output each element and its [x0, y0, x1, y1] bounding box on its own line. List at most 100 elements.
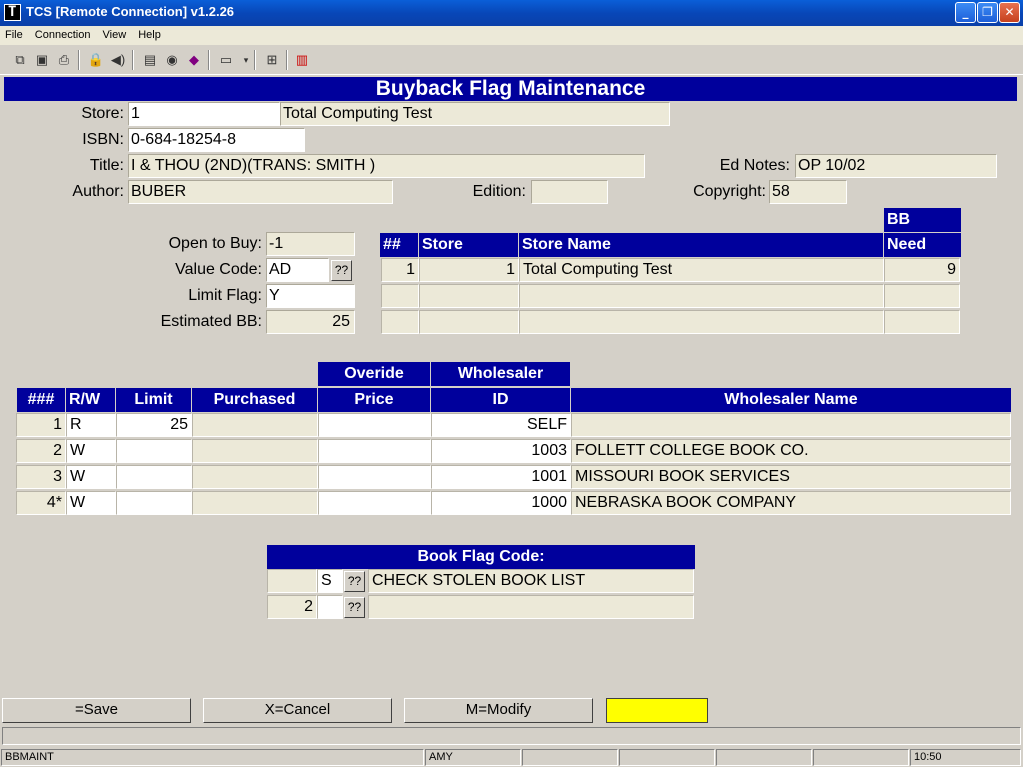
limit-flag-label: Limit Flag:	[188, 287, 262, 304]
ed-notes-label: Ed Notes:	[719, 157, 790, 174]
copyright-field: 58	[769, 180, 847, 204]
store-row-name	[519, 284, 884, 308]
status-pane	[619, 749, 715, 766]
wholesaler-header-top: Wholesaler	[431, 362, 570, 386]
table-row-num: 2	[16, 439, 66, 463]
save-icon[interactable]: ▣	[32, 50, 52, 70]
window-title: TCS [Remote Connection] v1.2.26	[26, 4, 235, 19]
table-row-num: 4*	[16, 491, 66, 515]
window-icon[interactable]: ▭	[216, 50, 236, 70]
value-code-lookup-button[interactable]: ??	[331, 260, 352, 281]
table-row-id[interactable]: SELF	[431, 413, 571, 437]
book-flag-desc	[368, 595, 694, 619]
speaker-icon[interactable]: ◀)	[108, 50, 128, 70]
menu-file[interactable]: File	[0, 26, 23, 41]
modify-button[interactable]: M=Modify	[404, 698, 593, 723]
book-flag-code[interactable]: S	[317, 569, 343, 593]
isbn-label: ISBN:	[82, 131, 124, 148]
store-row-need	[884, 310, 960, 334]
dropdown-arrow-icon[interactable]: ▾	[236, 50, 256, 70]
table-row-limit[interactable]	[116, 491, 192, 515]
store-row-num: 1	[381, 258, 419, 282]
table-row-name: NEBRASKA BOOK COMPANY	[571, 491, 1011, 515]
open-to-buy-label: Open to Buy:	[168, 235, 262, 252]
status-program: BBMAINT	[1, 749, 424, 766]
book-flag-lookup-button[interactable]: ??	[344, 597, 365, 618]
copy-icon[interactable]: ⧉	[10, 50, 30, 70]
monitor-icon[interactable]: ◉	[162, 50, 182, 70]
book-flag-num	[267, 569, 317, 593]
override-header-top: Overide	[318, 362, 430, 386]
estimated-bb-label: Estimated BB:	[160, 313, 262, 330]
table-row-id[interactable]: 1003	[431, 439, 571, 463]
table-row-id[interactable]: 1000	[431, 491, 571, 515]
close-button[interactable]: ✕	[999, 2, 1020, 23]
value-code-label: Value Code:	[175, 261, 262, 278]
table-row-purchased	[192, 465, 318, 489]
menu-connection[interactable]: Connection	[30, 26, 91, 41]
table-row-limit[interactable]	[116, 465, 192, 489]
table-row-rw[interactable]: W	[66, 465, 116, 489]
minimize-button[interactable]: _	[955, 2, 976, 23]
network-icon[interactable]: ⊞	[262, 50, 282, 70]
limit-flag-field[interactable]: Y	[266, 284, 355, 308]
table-row-limit[interactable]	[116, 439, 192, 463]
status-bar: BBMAINT AMY 10:50	[0, 748, 1023, 767]
table-row-price[interactable]	[318, 491, 431, 515]
cancel-button[interactable]: X=Cancel	[203, 698, 392, 723]
store-row-store	[419, 284, 519, 308]
wholesaler-name-header: Wholesaler Name	[571, 388, 1011, 412]
status-pane	[813, 749, 909, 766]
table-row-rw[interactable]: W	[66, 439, 116, 463]
book-flag-header: Book Flag Code:	[267, 545, 695, 569]
book-flag-lookup-button[interactable]: ??	[344, 571, 365, 592]
rw-header: R/W	[66, 388, 115, 412]
store-row-need	[884, 284, 960, 308]
store-row-need: 9	[884, 258, 960, 282]
edition-field	[531, 180, 608, 204]
table-row-price[interactable]	[318, 413, 431, 437]
table-row-rw[interactable]: R	[66, 413, 116, 437]
title-field: I & THOU (2ND)(TRANS: SMITH )	[128, 154, 645, 178]
copyright-label: Copyright:	[693, 183, 766, 200]
properties-icon[interactable]: ▤	[140, 50, 160, 70]
table-row-limit[interactable]: 25	[116, 413, 192, 437]
value-code-field[interactable]: AD	[266, 258, 329, 282]
menu-view[interactable]: View	[98, 26, 127, 41]
save-button[interactable]: =Save	[2, 698, 191, 723]
table-row-rw[interactable]: W	[66, 491, 116, 515]
book-flag-code[interactable]	[317, 595, 343, 619]
message-line	[2, 727, 1021, 745]
print-icon[interactable]: ⎙	[54, 50, 74, 70]
window-title-bar[interactable]: TCS [Remote Connection] v1.2.26 _ ❐ ✕	[0, 0, 1023, 26]
chart-icon[interactable]: ▥	[292, 50, 312, 70]
table-row-purchased	[192, 491, 318, 515]
page-title: Buyback Flag Maintenance	[4, 77, 1017, 101]
author-label: Author:	[72, 183, 124, 200]
lock-icon[interactable]: 🔒	[86, 50, 106, 70]
table-row-price[interactable]	[318, 439, 431, 463]
ed-notes-field: OP 10/02	[795, 154, 997, 178]
book-icon[interactable]: ◆	[184, 50, 204, 70]
table-row-purchased	[192, 413, 318, 437]
app-icon	[4, 4, 21, 21]
menu-help[interactable]: Help	[133, 26, 161, 41]
table-row-purchased	[192, 439, 318, 463]
table-row-id[interactable]: 1001	[431, 465, 571, 489]
store-num-header: ##	[380, 233, 418, 257]
table-row-price[interactable]	[318, 465, 431, 489]
isbn-field[interactable]: 0-684-18254-8	[128, 128, 305, 152]
purchased-header: Purchased	[192, 388, 317, 412]
title-label: Title:	[89, 157, 124, 174]
author-field: BUBER	[128, 180, 393, 204]
menu-bar: File Connection View Help	[0, 26, 1023, 45]
store-row-name: Total Computing Test	[519, 258, 884, 282]
table-row-num: 1	[16, 413, 66, 437]
restore-button[interactable]: ❐	[977, 2, 998, 23]
bb-need-header: Need	[884, 233, 961, 257]
store-row-name	[519, 310, 884, 334]
store-field[interactable]: 1	[128, 102, 280, 126]
toolbar: ⧉ ▣ ⎙ 🔒 ◀) ▤ ◉ ◆ ▭ ▾ ⊞ ▥	[0, 45, 1023, 75]
store-row-num	[381, 310, 419, 334]
status-pane	[716, 749, 812, 766]
